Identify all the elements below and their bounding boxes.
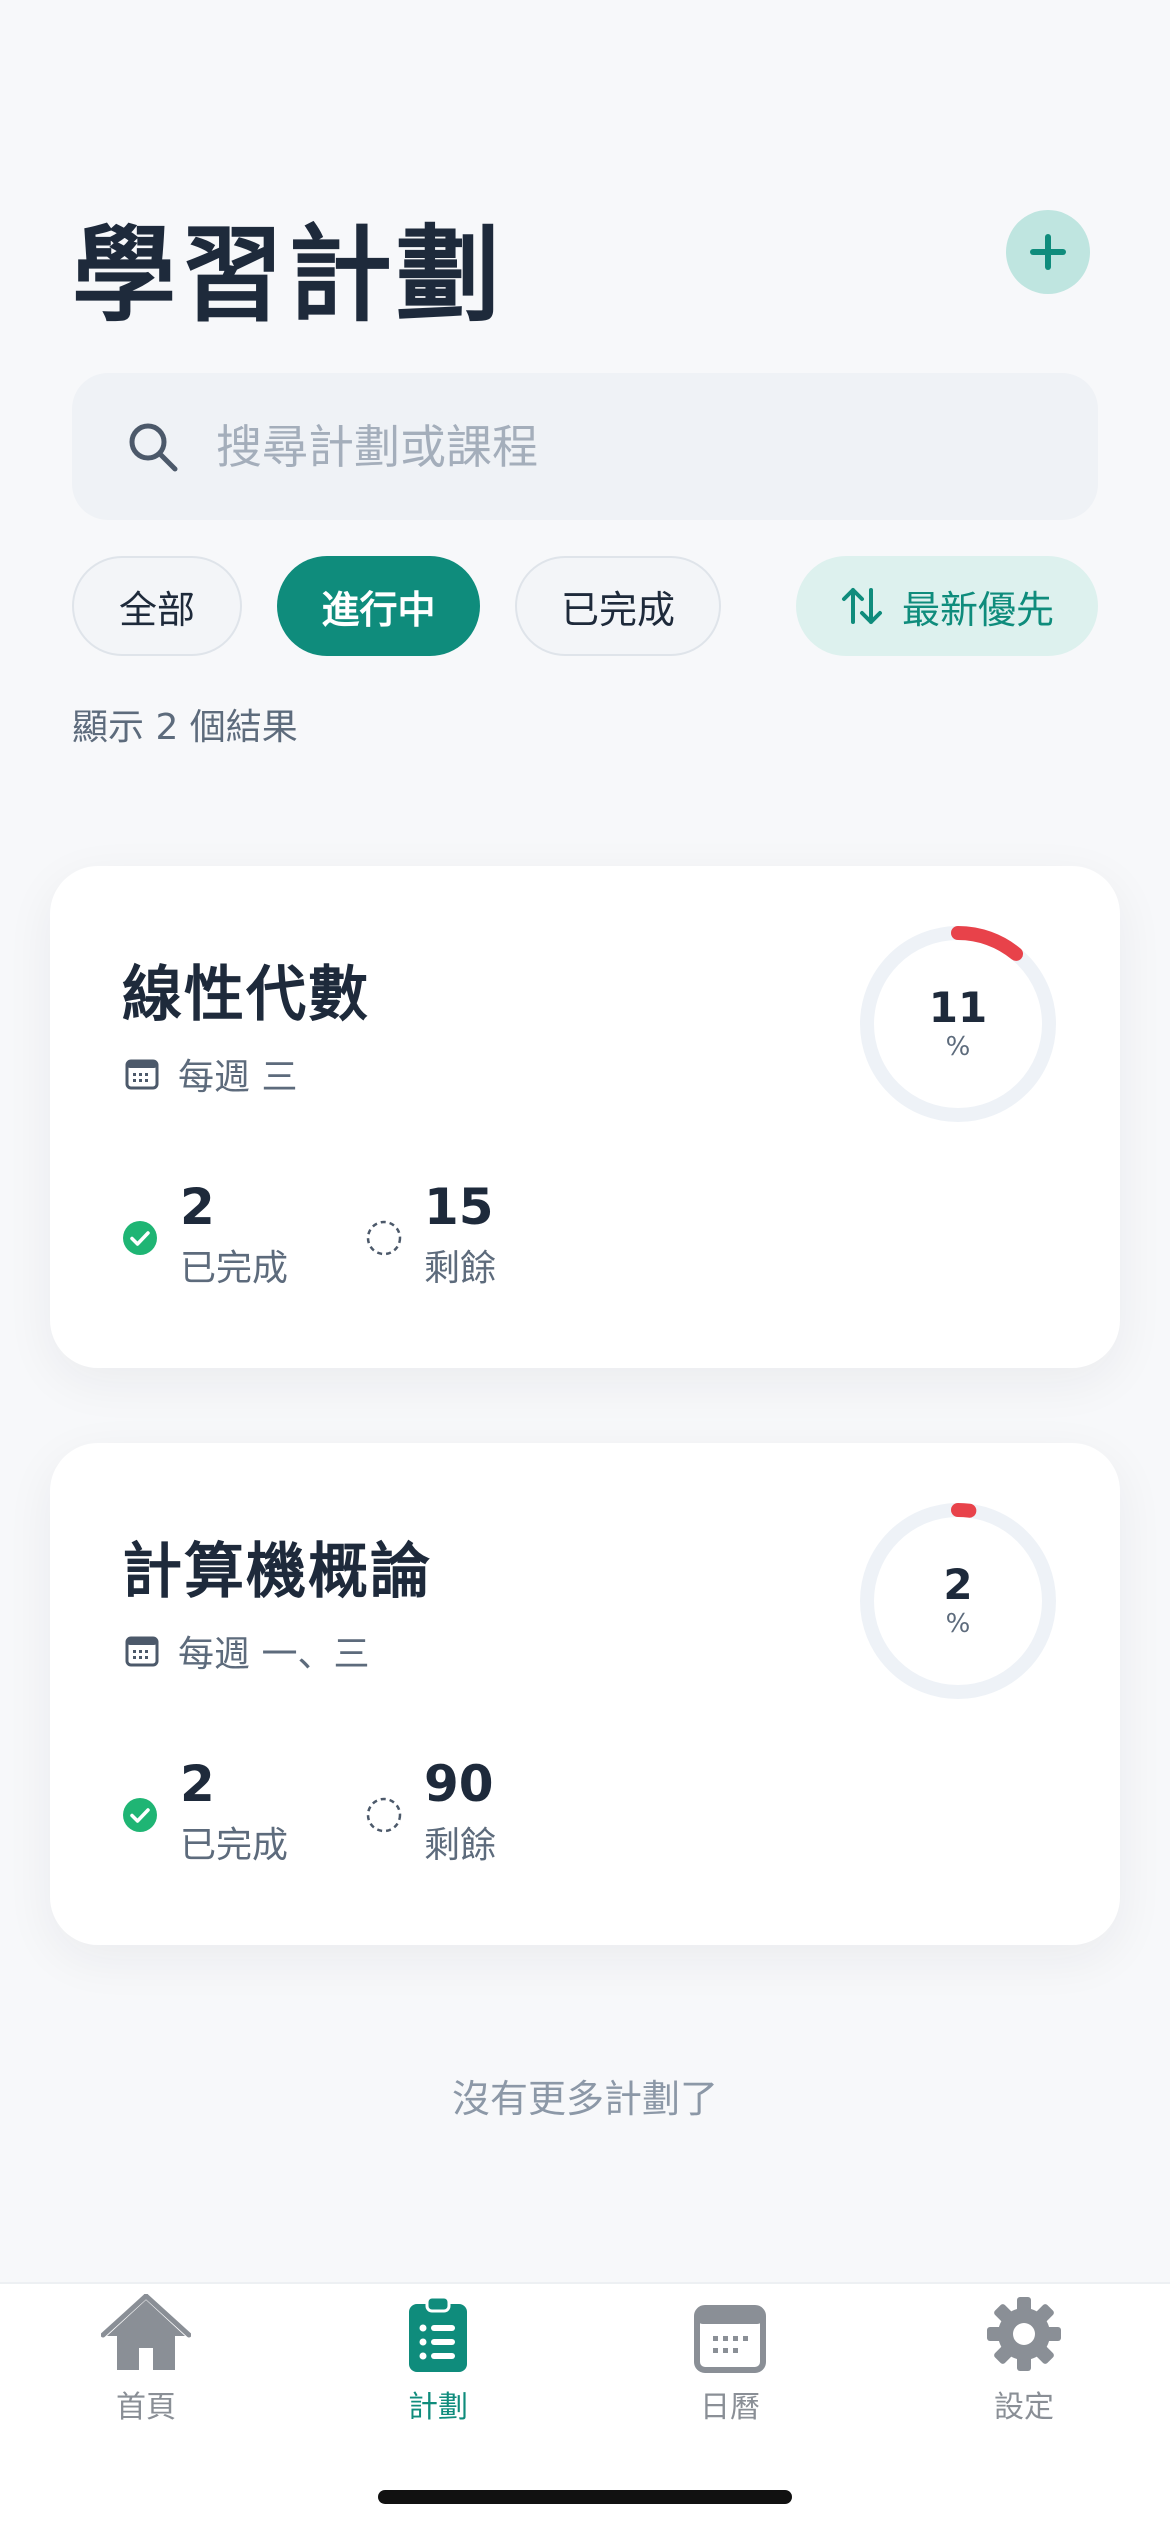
- filter-chip-label: 進行中: [321, 587, 436, 632]
- plan-card[interactable]: 線性代數 每週 三 11 % 2 已完成 15 剩餘: [50, 866, 1120, 1368]
- remaining-label: 剩餘: [424, 1248, 497, 1289]
- nav-item-home[interactable]: 首頁: [46, 2294, 246, 2444]
- sort-button[interactable]: 最新優先: [796, 556, 1098, 656]
- end-of-list-note: 沒有更多計劃了: [451, 2077, 718, 2121]
- plans-screen: 學習計劃 全部 進行中 已完成 最新優先 顯示 2 個結果 線性代數: [0, 0, 1170, 2532]
- calendar-icon: [125, 1059, 159, 1090]
- progress-value: 11: [928, 983, 988, 1032]
- remaining-label: 剩餘: [424, 1825, 497, 1866]
- filter-chip-label: 全部: [118, 587, 195, 632]
- completed-stat: 2 已完成: [122, 1176, 288, 1296]
- gear-icon: [987, 2297, 1061, 2371]
- sort-arrows-icon: [841, 588, 882, 624]
- plan-title: 計算機概論: [122, 1537, 432, 1607]
- search-input[interactable]: [216, 419, 1016, 474]
- plan-title: 線性代數: [122, 960, 370, 1030]
- remaining-stat: 90 剩餘: [366, 1753, 496, 1873]
- plan-schedule: 每週 三: [124, 1048, 297, 1100]
- progress-percent-sign: %: [945, 1609, 971, 1639]
- page-title: 學習計劃: [72, 214, 505, 336]
- completed-stat: 2 已完成: [122, 1753, 288, 1873]
- add-plan-button[interactable]: [1006, 210, 1090, 294]
- remaining-count: 90: [424, 1755, 494, 1813]
- progress-readout: 11 %: [858, 924, 1058, 1124]
- result-count: 顯示 2 個結果: [72, 707, 298, 748]
- calendar-icon: [125, 1636, 159, 1667]
- clipboard-list-icon: [409, 2295, 467, 2372]
- remaining-stat: 15 剩餘: [366, 1176, 496, 1296]
- plan-schedule-text: 每週 三: [178, 1057, 298, 1098]
- nav-item-calendar[interactable]: 日曆: [630, 2294, 830, 2444]
- plan-card[interactable]: 計算機概論 每週 一、三 2 % 2 已完成 90 剩餘: [50, 1443, 1120, 1945]
- nav-label: 計劃: [408, 2390, 468, 2425]
- check-circle-icon: [123, 1798, 157, 1832]
- completed-count: 2: [180, 1178, 215, 1236]
- sort-label: 最新優先: [901, 587, 1054, 632]
- check-circle-icon: [123, 1221, 157, 1255]
- completed-label: 已完成: [180, 1248, 289, 1289]
- calendar-icon: [694, 2305, 766, 2373]
- plan-schedule: 每週 一、三: [124, 1625, 369, 1677]
- completed-label: 已完成: [180, 1825, 289, 1866]
- filter-chip-completed[interactable]: 已完成: [515, 556, 721, 656]
- nav-label: 日曆: [700, 2390, 760, 2425]
- progress-readout: 2 %: [858, 1501, 1058, 1701]
- filter-chip-in-progress[interactable]: 進行中: [277, 556, 480, 656]
- nav-item-settings[interactable]: 設定: [924, 2294, 1124, 2444]
- search-bar[interactable]: [72, 373, 1098, 520]
- plus-icon: [1030, 234, 1066, 270]
- remaining-count: 15: [424, 1178, 494, 1236]
- nav-label: 首頁: [116, 2390, 176, 2425]
- home-icon: [101, 2294, 191, 2370]
- plan-schedule-text: 每週 一、三: [178, 1634, 370, 1675]
- filter-chip-all[interactable]: 全部: [72, 556, 242, 656]
- completed-count: 2: [180, 1755, 215, 1813]
- home-indicator: [378, 2490, 792, 2504]
- search-icon: [129, 423, 178, 471]
- nav-item-plans[interactable]: 計劃: [338, 2294, 538, 2444]
- dashed-circle-icon: [366, 1220, 402, 1256]
- dashed-circle-icon: [366, 1797, 402, 1833]
- progress-value: 2: [943, 1560, 973, 1609]
- filter-chip-label: 已完成: [560, 587, 675, 632]
- nav-label: 設定: [994, 2390, 1054, 2425]
- progress-percent-sign: %: [945, 1032, 971, 1062]
